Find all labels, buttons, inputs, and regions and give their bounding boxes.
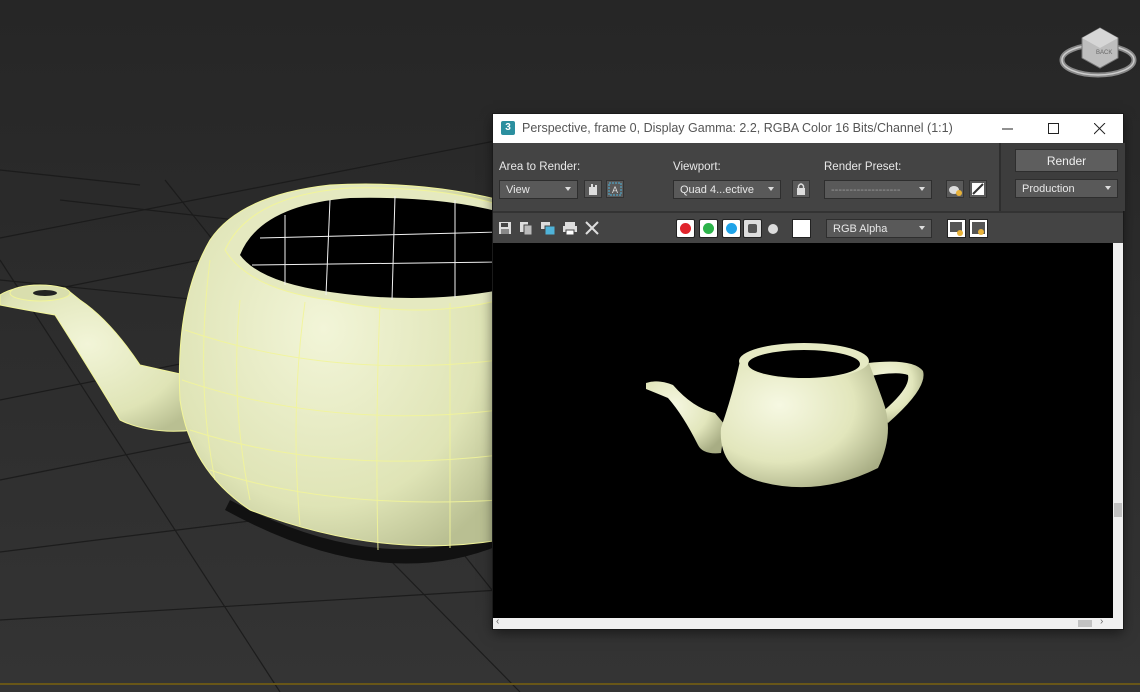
maximize-icon [1048,123,1059,134]
edit-icon [972,183,984,195]
window-title: Perspective, frame 0, Display Gamma: 2.2… [522,121,953,135]
close-button[interactable] [1077,114,1123,143]
area-to-render-label: Area to Render: [499,161,581,173]
blue-channel-toggle[interactable] [722,219,741,238]
render-setup-button[interactable] [946,180,964,198]
red-dot-icon [680,223,691,234]
app-logo-icon: 3 [501,121,515,135]
svg-text:A: A [612,185,618,195]
horizontal-scrollbar[interactable]: ‹ › [493,616,1123,629]
green-channel-toggle[interactable] [699,219,718,238]
render-preset-label: Render Preset: [824,161,902,173]
auto-region-button[interactable]: A [606,180,624,198]
viewport-dropdown[interactable]: Quad 4...ective [673,180,781,199]
vertical-scrollbar[interactable] [1113,243,1123,618]
render-preset-dropdown[interactable]: ------------------- [824,180,932,199]
print-icon[interactable] [562,220,578,236]
render-toolbar: Area to Render: View A Viewport: Quad 4.… [493,143,1125,213]
save-icon[interactable] [497,220,513,236]
scroll-right-icon[interactable]: › [1100,616,1103,627]
alpha-icon [748,224,757,233]
copy-icon[interactable] [518,220,534,236]
scroll-left-icon[interactable]: ‹ [496,616,499,627]
render-controls-panel: Render Production [999,143,1125,211]
frame-toolbar: RGB Alpha [493,213,1123,243]
lock-icon [797,183,805,195]
svg-text:BACK: BACK [1096,50,1112,56]
monochrome-icon[interactable] [767,223,779,235]
render-mode-dropdown[interactable]: Production [1015,179,1118,198]
region-icon: A [608,182,622,196]
horizontal-scroll-thumb[interactable] [1078,620,1092,627]
clear-color-swatch[interactable] [792,219,811,238]
green-dot-icon [703,223,714,234]
alpha-channel-toggle[interactable] [743,219,762,238]
maximize-button[interactable] [1031,114,1077,143]
blue-dot-icon [726,223,737,234]
chevron-down-icon [919,226,925,230]
environment-effects-button[interactable] [969,180,987,198]
red-channel-toggle[interactable] [676,219,695,238]
chevron-down-icon [565,187,571,191]
edit-region-button[interactable] [584,180,602,198]
toggle-ui-icon[interactable] [969,219,988,238]
clone-frame-icon[interactable] [540,220,556,236]
chevron-down-icon [1105,186,1111,190]
viewport-label: Viewport: [673,161,721,173]
render-button[interactable]: Render [1015,149,1118,172]
lock-viewport-button[interactable] [792,180,810,198]
close-icon [1094,123,1106,135]
channel-display-dropdown[interactable]: RGB Alpha [826,219,932,238]
minimize-button[interactable] [985,114,1031,143]
chevron-down-icon [919,187,925,191]
minimize-icon [1002,128,1013,130]
teapot-gear-icon [949,186,962,196]
chevron-down-icon [768,187,774,191]
vertical-scroll-thumb[interactable] [1114,503,1122,517]
title-bar[interactable]: 3 Perspective, frame 0, Display Gamma: 2… [493,114,1123,143]
area-to-render-dropdown[interactable]: View [499,180,578,199]
render-canvas[interactable] [493,243,1113,618]
hand-icon [589,184,597,195]
rendered-teapot [646,343,924,488]
toggle-ui-overlay-icon[interactable] [947,219,966,238]
clear-icon[interactable] [584,220,600,236]
rendered-frame-window[interactable]: 3 Perspective, frame 0, Display Gamma: 2… [493,114,1125,629]
